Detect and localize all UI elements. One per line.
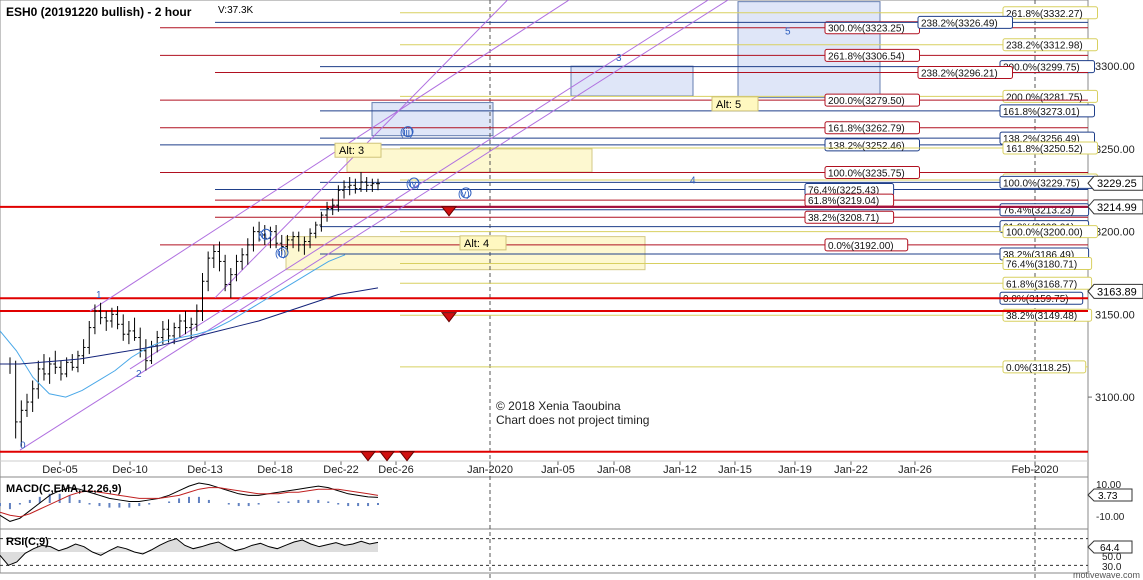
fib-level-label: 261.8%(3306.54)	[828, 51, 905, 62]
chart-title: ESH0 (20191220 bullish) - 2 hour	[6, 5, 192, 19]
rsi-value-label: 64.4	[1100, 543, 1120, 554]
projection-box-3	[570, 65, 694, 97]
x-tick-label: Jan-26	[898, 464, 932, 476]
fib-level-label: 261.8%(3332.27)	[1006, 9, 1083, 20]
x-tick-label: Jan-15	[718, 464, 752, 476]
fib-level-label: 0.0%(3118.25)	[1006, 363, 1071, 374]
fib-level-label: 238.2%(3326.49)	[921, 18, 998, 29]
wave-label: (i)	[258, 230, 267, 241]
x-tick-label: Jan-22	[834, 464, 868, 476]
disclaimer-text: Chart does not project timing	[496, 413, 649, 427]
fib-level-label: 161.8%(3273.01)	[1003, 107, 1080, 118]
fib-level-label: 0.0%(3159.75)	[1003, 294, 1069, 305]
fib-level-label: 300.0%(3323.25)	[828, 24, 905, 35]
wave-label: 4	[690, 176, 696, 187]
macd-y-tick: -10.00	[1096, 512, 1125, 523]
volume-label: V:37.3K	[218, 5, 254, 16]
watermark: motivewave.com	[1073, 570, 1140, 580]
alt-wave-label: Alt: 3	[339, 145, 364, 157]
y-tick-label: 3250.00	[1095, 144, 1135, 156]
wave-label: 5	[785, 27, 791, 38]
x-tick-label: Jan-08	[597, 464, 631, 476]
alt-wave-label: Alt: 4	[464, 238, 489, 250]
fib-level-label: 138.2%(3252.46)	[828, 141, 905, 152]
fib-level-label: 161.8%(3262.79)	[828, 124, 905, 135]
chart-svg[interactable]: Dec-05 Dec-10 Dec-13 Dec-18 Dec-22 Dec-26 Jan-…	[0, 0, 1143, 580]
fib-level-label: 38.2%(3149.48)	[1006, 311, 1077, 322]
fib-level-label: 200.0%(3279.50)	[828, 96, 905, 107]
y-tick-label: 3150.00	[1095, 309, 1135, 321]
macd-value-label: 3.73	[1098, 491, 1118, 502]
wave-label: 3	[616, 53, 622, 64]
price-tag-label: 3229.25	[1097, 178, 1137, 190]
x-tick-label: Dec-22	[323, 464, 358, 476]
wave-label: (iii)	[400, 128, 413, 139]
fib-level-label: 100.0%(3235.75)	[828, 168, 905, 179]
fib-level-label: 100.0%(3229.75)	[1003, 178, 1080, 189]
x-tick-label: Dec-05	[42, 464, 77, 476]
rsi-label: RSI(C,9)	[6, 536, 49, 548]
fib-level-label: 238.2%(3296.21)	[921, 68, 998, 79]
fib-level-label: 76.4%(3180.71)	[1006, 260, 1077, 271]
fib-level-label: 200.0%(3281.75)	[1006, 92, 1083, 103]
fib-level-label: 238.2%(3312.98)	[1006, 41, 1083, 52]
price-tag-label: 3214.99	[1097, 202, 1137, 214]
wave-label: (ii)	[275, 248, 286, 259]
x-tick-label: Jan-12	[663, 464, 697, 476]
x-tick-label: Dec-10	[112, 464, 147, 476]
fib-level-label: 61.8%(3168.77)	[1006, 279, 1077, 290]
x-tick-label: Dec-13	[187, 464, 222, 476]
copyright-text: © 2018 Xenia Taoubina	[496, 399, 621, 413]
wave-label: (iv)	[406, 179, 420, 190]
fib-level-label: 161.8%(3250.52)	[1006, 144, 1083, 155]
y-tick-label: 3100.00	[1095, 392, 1135, 404]
y-tick-label: 3200.00	[1095, 227, 1135, 239]
fib-level-label: 100.0%(3200.00)	[1006, 228, 1083, 239]
wave-label: (v)	[458, 189, 470, 200]
x-tick-label: Dec-26	[378, 464, 413, 476]
alt-wave-label: Alt: 5	[716, 99, 741, 111]
wave-label: 2	[136, 369, 142, 380]
macd-label: MACD(C,EMA,12,26,9)	[6, 483, 122, 495]
y-tick-label: 3300.00	[1095, 61, 1135, 73]
chart-window: Dec-05 Dec-10 Dec-13 Dec-18 Dec-22 Dec-26 Jan-…	[0, 0, 1143, 580]
price-tag-label: 3163.89	[1097, 286, 1137, 298]
x-tick-label: Jan-05	[541, 464, 575, 476]
fib-level-label: 61.8%(3219.04)	[808, 196, 879, 207]
wave-label: 0	[20, 440, 26, 451]
wave-label: 1	[96, 290, 102, 301]
fib-level-label: 38.2%(3208.71)	[808, 213, 879, 224]
fib-level-label: 200.0%(3299.75)	[1003, 63, 1080, 74]
fib-level-label: 0.0%(3192.00)	[828, 241, 894, 252]
x-tick-label: Jan-19	[778, 464, 812, 476]
x-tick-label: Dec-18	[257, 464, 292, 476]
